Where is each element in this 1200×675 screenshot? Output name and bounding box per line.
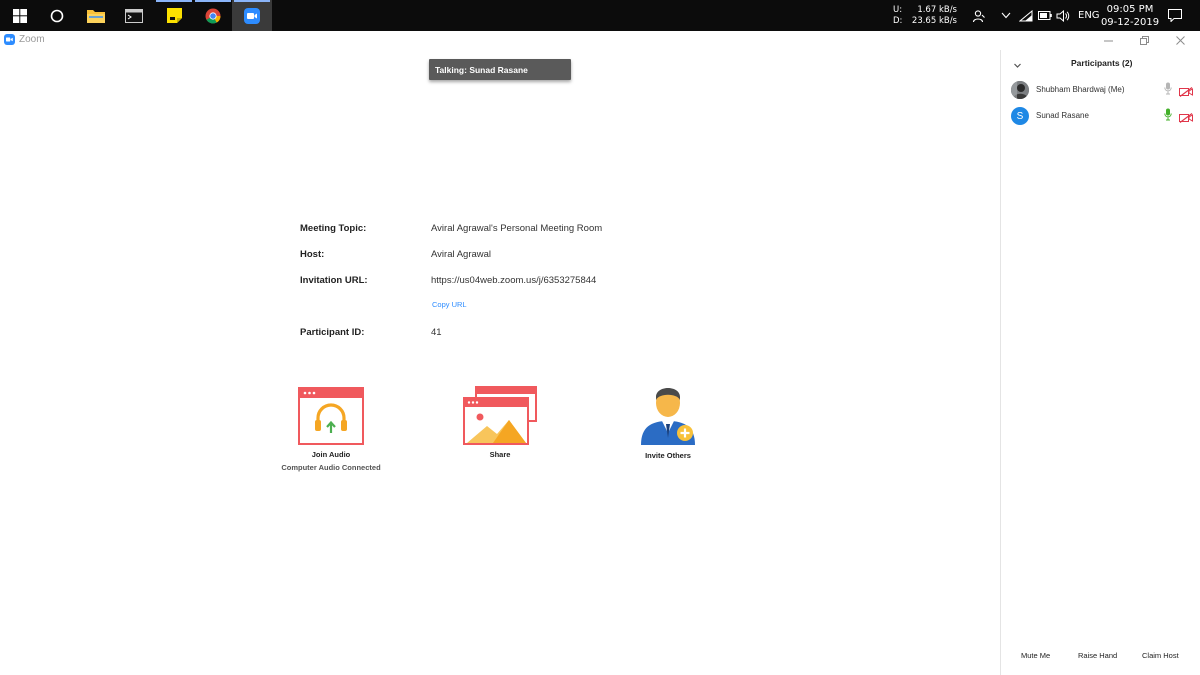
invite-others-button[interactable]: Invite Others <box>628 383 708 460</box>
input-language[interactable]: ENG <box>1078 10 1100 21</box>
close-icon <box>1175 36 1185 45</box>
invite-others-label: Invite Others <box>645 451 691 460</box>
clock-date: 09-12-2019 <box>1100 17 1160 28</box>
clock-time: 09:05 PM <box>1106 4 1154 15</box>
invite-person-icon <box>641 388 695 445</box>
speaker-icon <box>1056 9 1070 22</box>
folder-icon <box>87 10 105 23</box>
host-label: Host: <box>300 249 325 260</box>
participant-mic-button[interactable] <box>1164 108 1172 126</box>
cortana-circle-icon <box>50 9 64 22</box>
restore-button[interactable] <box>1126 31 1162 50</box>
show-hidden-icons-button[interactable] <box>998 0 1014 31</box>
terminal-icon <box>125 8 143 23</box>
user-photo-icon <box>1011 81 1029 99</box>
join-audio-headset-icon <box>298 387 364 445</box>
host-value: Aviral Agrawal <box>431 249 492 260</box>
minimize-icon <box>1103 40 1113 42</box>
file-explorer-button[interactable] <box>76 0 116 31</box>
restore-icon <box>1139 36 1149 45</box>
network-speed-meter: U: 1.67 kB/s D: 23.65 kB/s <box>893 5 957 27</box>
participant-mic-button[interactable] <box>1164 82 1172 100</box>
system-clock[interactable]: 09:05 PM 09-12-2019 <box>1100 3 1160 29</box>
windows-logo-icon <box>13 8 27 23</box>
claim-host-button[interactable]: Claim Host <box>1142 651 1179 665</box>
video-off-icon <box>1179 87 1193 97</box>
mute-me-button[interactable]: Mute Me <box>1021 651 1050 665</box>
window-title: Zoom <box>4 34 45 45</box>
meeting-topic-value: Aviral Agrawal's Personal Meeting Room <box>431 223 603 234</box>
participant-name: Shubham Bhardwaj (Me) <box>1036 85 1125 94</box>
share-label: Share <box>489 450 511 459</box>
volume-tray-button[interactable] <box>1054 0 1072 31</box>
participant-video-button[interactable] <box>1179 84 1193 102</box>
meeting-topic-label: Meeting Topic: <box>300 223 367 234</box>
sticky-notes-button[interactable] <box>154 0 194 31</box>
talking-indicator: Talking: Sunad Rasane <box>429 59 571 80</box>
zoom-window-titlebar: Zoom <box>0 31 1200 50</box>
collapse-panel-button[interactable] <box>1013 57 1022 75</box>
start-button[interactable] <box>0 0 40 31</box>
microphone-active-icon <box>1164 108 1172 121</box>
participant-avatar-letter: S <box>1016 110 1024 122</box>
participant-row[interactable]: Shubham Bhardwaj (Me) <box>1001 79 1200 101</box>
invitation-url-label: Invitation URL: <box>300 275 368 286</box>
invitation-url-value[interactable]: https://us04web.zoom.us/j/6353275844 <box>431 275 596 286</box>
chevron-up-icon <box>1001 12 1011 19</box>
wifi-tray-button[interactable] <box>1017 0 1035 31</box>
copy-url-link[interactable]: Copy URL <box>432 300 467 309</box>
battery-tray-button[interactable] <box>1036 0 1054 31</box>
upload-label: U: <box>893 5 903 15</box>
join-audio-status: Computer Audio Connected <box>281 463 381 472</box>
notification-icon <box>1168 9 1182 22</box>
microphone-muted-icon <box>1164 82 1172 95</box>
chrome-icon <box>205 8 221 23</box>
minimize-button[interactable] <box>1090 31 1126 50</box>
participant-avatar <box>1011 81 1029 99</box>
join-audio-label: Join Audio <box>311 450 351 459</box>
window-title-text: Zoom <box>19 34 45 45</box>
terminal-button[interactable] <box>114 0 154 31</box>
sticky-note-icon <box>166 8 182 23</box>
chrome-button[interactable] <box>193 0 233 31</box>
zoom-app-icon <box>244 7 260 24</box>
zoom-taskbar-button[interactable] <box>232 0 272 31</box>
cortana-button[interactable] <box>37 0 77 31</box>
chevron-down-icon <box>1014 63 1021 68</box>
share-screen-icon <box>463 386 537 445</box>
participants-panel: Participants (2) Shubham Bhardwaj (Me) S… <box>1000 50 1200 675</box>
people-tray-button[interactable] <box>968 0 990 31</box>
participants-header: Participants (2) <box>1001 56 1200 70</box>
join-audio-button[interactable]: Join Audio Computer Audio Connected <box>281 386 381 472</box>
close-button[interactable] <box>1162 31 1198 50</box>
video-off-icon <box>1179 113 1193 123</box>
raise-hand-button[interactable]: Raise Hand <box>1078 651 1117 665</box>
share-button[interactable]: Share <box>460 386 540 459</box>
zoom-logo-icon <box>4 34 15 45</box>
download-label: D: <box>893 16 903 26</box>
action-center-button[interactable] <box>1163 0 1187 31</box>
participant-id-value: 41 <box>431 327 442 338</box>
participant-name: Sunad Rasane <box>1036 111 1089 120</box>
wifi-icon <box>1019 9 1033 21</box>
people-icon <box>972 9 985 22</box>
participant-video-button[interactable] <box>1179 110 1193 128</box>
upload-speed: 1.67 kB/s <box>917 5 957 15</box>
download-speed: 23.65 kB/s <box>911 16 957 26</box>
participant-id-label: Participant ID: <box>300 327 365 338</box>
participant-row[interactable]: S Sunad Rasane <box>1001 105 1200 127</box>
participant-avatar: S <box>1011 107 1029 125</box>
windows-taskbar: U: 1.67 kB/s D: 23.65 kB/s ENG 09:05 PM … <box>0 0 1200 31</box>
battery-icon <box>1038 11 1052 20</box>
participants-title: Participants (2) <box>1071 58 1133 68</box>
